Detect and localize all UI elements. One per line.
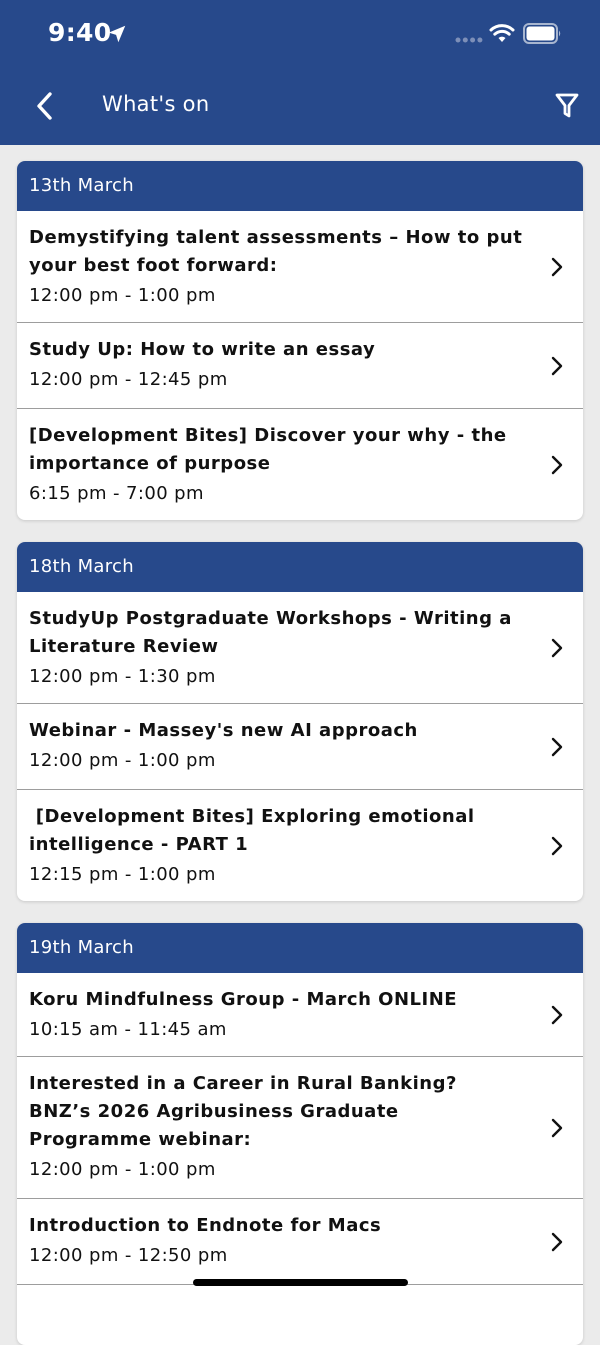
chevron-right-icon [551,1118,563,1137]
event-title: Study Up: How to write an essay [29,339,376,360]
chevron-right-icon [551,356,563,375]
status-time: 9:40 [48,18,112,47]
event-row[interactable]: Webinar - Massey's new AI approach 12:00… [17,704,583,790]
chevron-left-icon [37,92,52,120]
back-button[interactable] [24,84,64,128]
event-row[interactable]: StudyUp Postgraduate Workshops - Writing… [17,592,583,704]
chevron-right-icon [551,638,563,657]
event-title: Koru Mindfulness Group - March ONLINE [29,989,458,1010]
event-title: Interested in a Career in Rural Banking?… [29,1073,457,1150]
signal-dots-icon [455,37,483,43]
event-row[interactable]: Koru Mindfulness Group - March ONLINE 10… [17,973,583,1057]
section-date-header: 18th March [17,542,583,592]
chevron-right-icon [551,455,563,474]
chevron-right-icon [551,1232,563,1251]
list-continuation [17,1285,583,1345]
event-title: Introduction to Endnote for Macs [29,1215,382,1236]
section-date-header: 13th March [17,161,583,211]
date-section: 13th March Demystifying talent assessmen… [17,161,583,520]
date-section: 18th March StudyUp Postgraduate Workshop… [17,542,583,901]
event-time: 12:00 pm - 1:00 pm [29,750,216,771]
event-row[interactable]: Introduction to Endnote for Macs 12:00 p… [17,1199,583,1285]
home-indicator[interactable] [193,1279,408,1286]
chevron-right-icon [551,836,563,855]
event-title: Demystifying talent assessments – How to… [29,227,523,276]
event-time: 12:00 pm - 1:30 pm [29,666,216,687]
battery-icon [523,23,561,44]
chevron-right-icon [551,257,563,276]
chevron-right-icon [551,1005,563,1024]
chevron-right-icon [551,737,563,756]
event-time: 12:00 pm - 1:00 pm [29,1159,216,1180]
event-row[interactable]: Interested in a Career in Rural Banking?… [17,1057,583,1199]
event-row[interactable]: Study Up: How to write an essay 12:00 pm… [17,323,583,409]
event-title: StudyUp Postgraduate Workshops - Writing… [29,608,512,657]
event-row[interactable]: [Development Bites] Exploring emotional … [17,790,583,901]
event-title: Webinar - Massey's new AI approach [29,720,418,741]
event-time: 12:00 pm - 12:45 pm [29,369,228,390]
event-time: 10:15 am - 11:45 am [29,1019,227,1040]
event-title: [Development Bites] Exploring emotional … [29,806,482,855]
event-time: 12:15 pm - 1:00 pm [29,864,216,885]
filter-button[interactable] [548,86,586,126]
filter-funnel-icon [555,93,579,118]
location-arrow-icon [108,25,126,43]
event-time: 6:15 pm - 7:00 pm [29,483,204,504]
page-title: What's on [102,92,210,116]
event-title: [Development Bites] Discover your why - … [29,425,507,474]
app-header: 9:40 What's on [0,0,600,145]
event-time: 12:00 pm - 1:00 pm [29,285,216,306]
section-date-header: 19th March [17,923,583,973]
event-row[interactable]: [Development Bites] Discover your why - … [17,409,583,520]
event-time: 12:00 pm - 12:50 pm [29,1245,228,1266]
wifi-icon [489,24,515,42]
event-row[interactable]: Demystifying talent assessments – How to… [17,211,583,323]
